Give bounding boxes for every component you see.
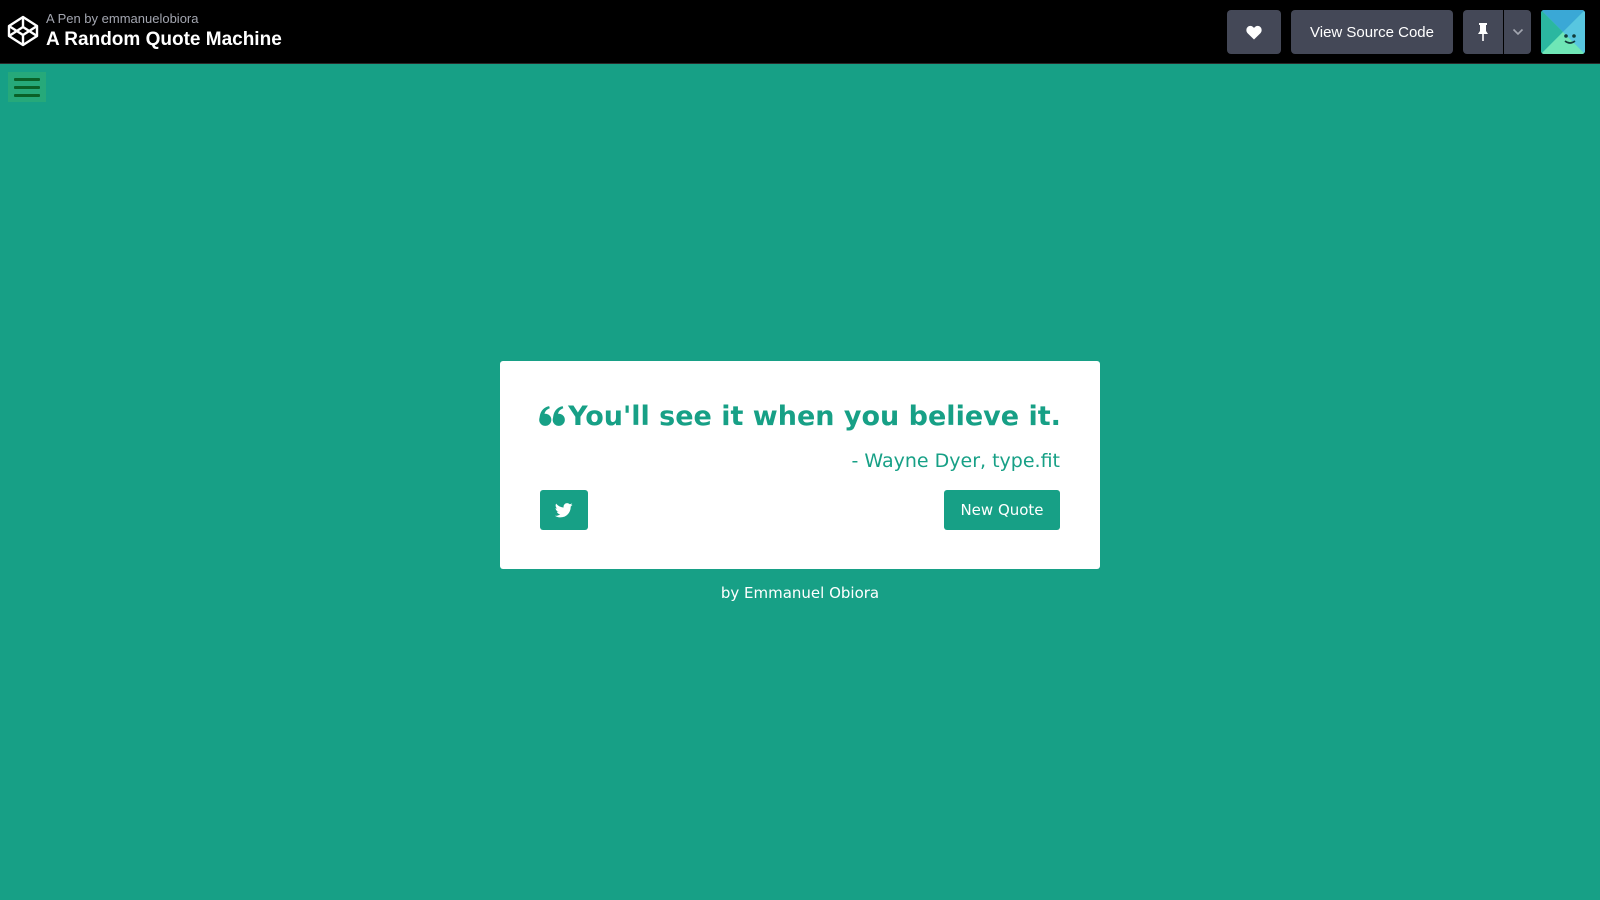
- heart-icon: [1246, 25, 1262, 39]
- pen-meta: A Pen by emmanuelobiora A Random Quote M…: [46, 11, 282, 52]
- codepen-header: A Pen by emmanuelobiora A Random Quote M…: [0, 0, 1600, 64]
- codepen-logo-icon[interactable]: [7, 15, 39, 47]
- twitter-icon: [555, 502, 573, 517]
- new-quote-button[interactable]: New Quote: [944, 490, 1060, 530]
- chevron-down-icon: [1512, 28, 1523, 36]
- view-source-button[interactable]: View Source Code: [1291, 10, 1453, 54]
- pen-title: A Random Quote Machine: [46, 29, 282, 50]
- tweet-quote-button[interactable]: [540, 490, 588, 530]
- pin-button[interactable]: [1463, 10, 1503, 54]
- pen-author-line[interactable]: A Pen by emmanuelobiora: [46, 11, 282, 27]
- menu-line: [14, 93, 40, 97]
- quote-author: - Wayne Dyer, type.fit: [851, 450, 1060, 472]
- quote-left-icon: [539, 406, 565, 426]
- pin-icon: [1478, 23, 1488, 41]
- author-byline: by Emmanuel Obiora: [720, 584, 880, 602]
- menu-line: [14, 77, 40, 81]
- quote-box: You'll see it when you believe it. - Way…: [500, 361, 1100, 569]
- quote-text: You'll see it when you believe it.: [568, 401, 1061, 432]
- avatar[interactable]: [1541, 10, 1585, 54]
- pin-dropdown-button[interactable]: [1504, 10, 1531, 54]
- quote-line: You'll see it when you believe it.: [500, 397, 1100, 437]
- like-button[interactable]: [1227, 10, 1281, 54]
- user-avatar-icon: [1541, 10, 1585, 54]
- hamburger-menu-button[interactable]: [8, 72, 46, 102]
- menu-line: [14, 85, 40, 89]
